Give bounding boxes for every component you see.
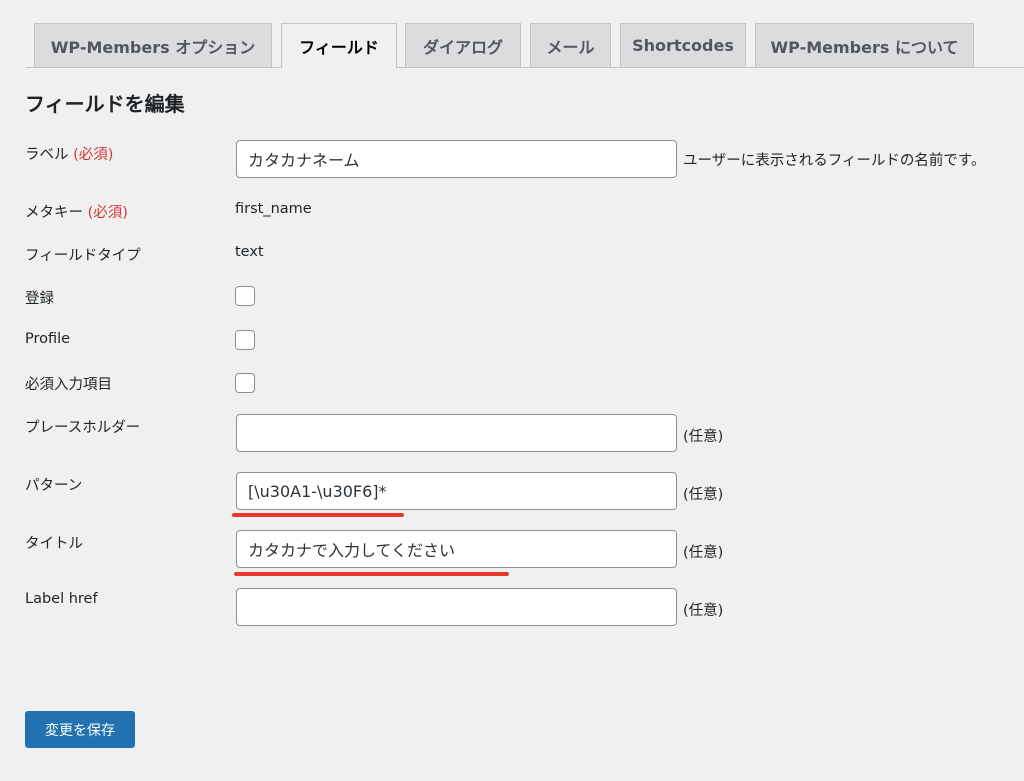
required-marker: (必須) [87, 205, 128, 221]
save-changes-button[interactable]: 変更を保存 [25, 711, 135, 748]
tab-fields[interactable]: フィールド [281, 23, 397, 68]
required-checkbox[interactable] [235, 373, 255, 393]
pattern-optional: (任意) [683, 487, 724, 503]
tab-dialogs[interactable]: ダイアログ [405, 23, 521, 67]
label-href-optional: (任意) [683, 603, 724, 619]
label-href-input[interactable] [236, 588, 677, 626]
meta-key-label: メタキー (必須) [25, 201, 128, 222]
title-optional: (任意) [683, 545, 724, 561]
title-highlight-underline [234, 572, 509, 576]
nav-tabs: WP-Members オプション フィールド ダイアログ メール Shortco… [0, 0, 1024, 68]
profile-checkbox[interactable] [235, 330, 255, 350]
required-marker: (必須) [73, 147, 114, 163]
tab-email[interactable]: メール [530, 23, 611, 67]
placeholder-input[interactable] [236, 414, 677, 452]
title-input[interactable] [236, 530, 677, 568]
register-checkbox[interactable] [235, 286, 255, 306]
profile-label: Profile [25, 331, 71, 347]
pattern-highlight-underline [232, 513, 404, 517]
register-label: 登録 [25, 291, 54, 307]
tab-shortcodes[interactable]: Shortcodes [620, 23, 746, 67]
field-type-value: text [235, 244, 264, 260]
meta-key-value: first_name [235, 201, 312, 217]
page-title: フィールドを編集 [25, 92, 185, 116]
placeholder-label: プレースホルダー [25, 420, 141, 436]
label-description: ユーザーに表示されるフィールドの名前です。 [683, 153, 986, 169]
label-field-label-text: ラベル [25, 147, 69, 163]
tab-about[interactable]: WP-Members について [755, 23, 974, 67]
label-field-label: ラベル (必須) [25, 143, 113, 164]
placeholder-optional: (任意) [683, 429, 724, 445]
pattern-input[interactable] [236, 472, 677, 510]
field-type-label: フィールドタイプ [25, 248, 141, 264]
label-href-label: Label href [25, 591, 98, 607]
meta-key-label-text: メタキー [25, 205, 83, 221]
required-field-label: 必須入力項目 [25, 377, 112, 393]
title-label: タイトル [25, 536, 83, 552]
pattern-label: パターン [25, 478, 83, 494]
tab-wp-members-options[interactable]: WP-Members オプション [34, 23, 272, 67]
tabs-divider [26, 67, 1024, 68]
label-input[interactable] [236, 140, 677, 178]
